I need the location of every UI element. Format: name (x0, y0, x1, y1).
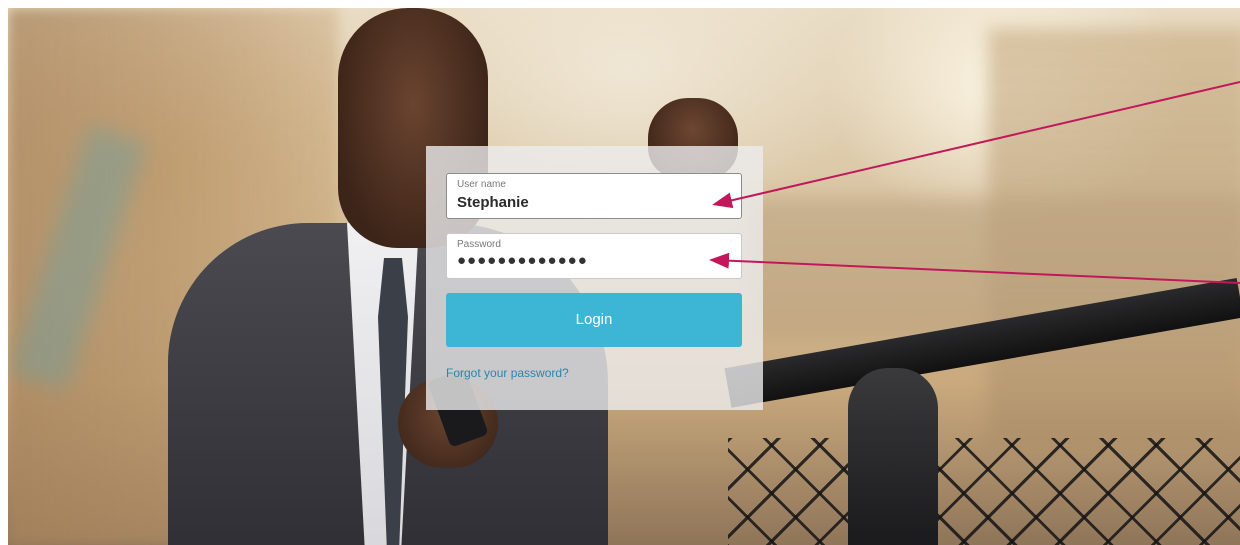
password-label: Password (457, 239, 501, 250)
username-label: User name (457, 179, 506, 190)
forgot-password-link[interactable]: Forgot your password? (446, 366, 569, 380)
username-value[interactable]: Stephanie (457, 194, 529, 211)
railing-mesh (728, 438, 1240, 545)
railing-post (848, 368, 938, 545)
password-field[interactable]: Password ●●●●●●●●●●●●● (446, 233, 742, 279)
username-field[interactable]: User name Stephanie (446, 173, 742, 219)
login-button[interactable]: Login (446, 293, 742, 347)
password-value[interactable]: ●●●●●●●●●●●●● (457, 252, 588, 269)
login-panel: User name Stephanie Password ●●●●●●●●●●●… (426, 146, 763, 410)
